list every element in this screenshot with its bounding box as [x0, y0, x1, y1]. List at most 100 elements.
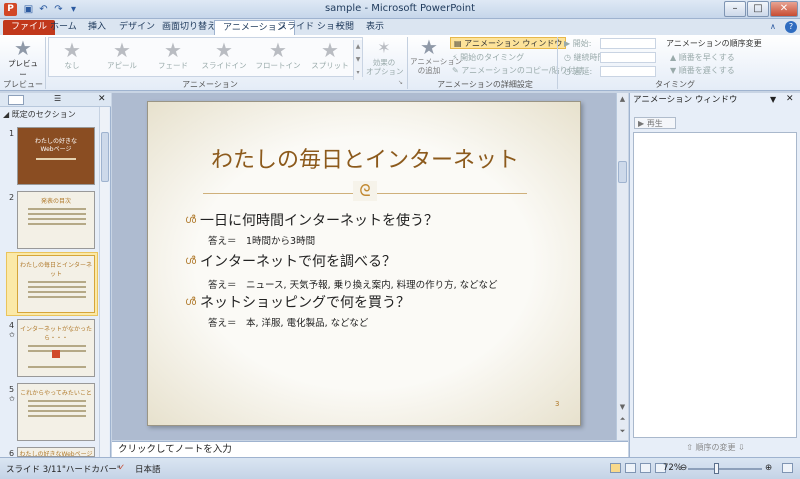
scroll-up-icon[interactable]: ▲: [618, 95, 627, 103]
help-icon[interactable]: ?: [785, 21, 797, 33]
customize-qat-icon[interactable]: ▾: [67, 3, 80, 16]
slide-thumbnail-6[interactable]: わたしの好きなWebページ: [17, 447, 95, 457]
play-button[interactable]: ▶ 再生: [634, 117, 676, 129]
effect-options-icon: ✶: [377, 38, 391, 57]
normal-view-icon[interactable]: [610, 463, 621, 473]
move-earlier-button[interactable]: ▲ 順番を早くする: [670, 52, 735, 63]
star-icon: ★: [63, 38, 81, 62]
spelling-icon[interactable]: ✓: [118, 463, 125, 473]
minimize-button[interactable]: –: [724, 1, 746, 17]
close-button[interactable]: ✕: [770, 1, 798, 17]
bullet-item[interactable]: ൾ インターネットで何を調べる？: [185, 251, 396, 271]
delay-input[interactable]: [600, 66, 656, 77]
previous-slide-icon[interactable]: ⏶: [618, 415, 627, 424]
advanced-group-label: アニメーションの詳細設定: [437, 80, 533, 89]
thumbnail-number: 2: [9, 193, 15, 202]
section-header[interactable]: ◢ 既定のセクション: [3, 109, 76, 120]
slide-sorter-icon[interactable]: [625, 463, 636, 473]
preview-button[interactable]: ★ プレビュー: [8, 38, 38, 80]
powerpoint-app-icon[interactable]: P: [4, 3, 17, 16]
move-earlier-label: 順番を早くする: [678, 53, 735, 62]
tab-view[interactable]: 表示: [358, 20, 392, 35]
slide-thumbnail-1[interactable]: わたしの好きな Webページ: [17, 127, 95, 185]
delay-text: 遅延:: [573, 67, 593, 76]
notes-pane[interactable]: クリックしてノートを入力: [112, 441, 628, 457]
reorder-down-icon[interactable]: ⇩: [738, 443, 745, 452]
minimize-ribbon-icon[interactable]: ∧: [770, 22, 776, 31]
animation-none[interactable]: ★ なし: [49, 40, 95, 76]
slides-panel-scrollbar[interactable]: [99, 107, 109, 457]
trigger-icon: ⚡: [452, 53, 458, 62]
bullet-text: ネットショッピングで何を買う？: [200, 295, 411, 311]
animation-float-in-label: フロートイン: [255, 61, 301, 70]
gallery-scroll[interactable]: ▲ ▼ ▾: [353, 40, 362, 80]
animation-none-label: なし: [64, 61, 80, 70]
thumbnail-line: [28, 415, 86, 417]
slide-title[interactable]: わたしの毎日とインターネット: [148, 142, 582, 174]
thumbnail-line: [36, 158, 76, 160]
thumbnail-line: [28, 208, 86, 210]
star-icon: ★: [269, 38, 287, 62]
reorder-up-icon[interactable]: ⇧: [686, 443, 693, 452]
pane-options-icon[interactable]: ▼: [770, 95, 776, 104]
zoom-slider[interactable]: [688, 468, 762, 470]
next-slide-icon[interactable]: ⏷: [618, 427, 627, 436]
thumbnail-line: [28, 366, 86, 368]
outline-tab-icon[interactable]: ☰: [54, 94, 61, 103]
bullet-item[interactable]: ൾ 一日に何時間インターネットを使う？: [185, 210, 438, 230]
animation-pane: アニメーション ウィンドウ ▼ ✕ ▶ 再生 ⇧ 順序の変更 ⇩: [629, 93, 800, 457]
scrollbar-thumb[interactable]: [618, 161, 627, 183]
slide-thumbnail-4[interactable]: インターネットがなかったら・・・: [17, 319, 95, 377]
tab-home[interactable]: ホーム: [42, 20, 85, 35]
ribbon-animations: ★ プレビュー プレビュー ★ なし ★ アピール ★ フェード ★ スライドイ…: [0, 35, 800, 91]
language-indicator[interactable]: 日本語: [135, 463, 161, 475]
bullet-icon: ൾ: [185, 295, 197, 308]
slide-thumbnail-2[interactable]: 発表の目次: [17, 191, 95, 249]
close-panel-icon[interactable]: ✕: [98, 94, 106, 104]
slide-thumbnail-3[interactable]: わたしの毎日とインターネット: [17, 255, 95, 313]
tab-insert[interactable]: 挿入: [80, 20, 114, 35]
reorder-label: 順序の変更: [695, 443, 736, 452]
undo-icon[interactable]: ↶: [37, 3, 50, 16]
start-select[interactable]: [600, 38, 656, 49]
duration-icon: ◷: [564, 53, 571, 62]
animation-float-in[interactable]: ★ フロートイン: [255, 40, 301, 76]
thumbnail-line: [28, 345, 86, 347]
slide-thumbnail-5[interactable]: これからやってみたいこと: [17, 383, 95, 441]
slide-canvas[interactable]: わたしの毎日とインターネット ᘓ ൾ 一日に何時間インターネットを使う？ 答え＝…: [147, 101, 581, 426]
effect-options-button[interactable]: ✶ 効果の オプション: [366, 38, 404, 76]
trigger-button[interactable]: ⚡ 開始のタイミング: [452, 52, 524, 63]
animation-pane-button[interactable]: ▤ アニメーション ウィンドウ: [450, 37, 567, 49]
animation-fly-in[interactable]: ★ スライドイン: [201, 40, 247, 76]
pane-close-icon[interactable]: ✕: [786, 94, 794, 104]
bullet-text: インターネットで何を調べる？: [200, 254, 397, 270]
animation-pane-icon: ▤: [454, 39, 462, 48]
zoom-slider-knob[interactable]: [714, 463, 719, 474]
zoom-out-icon[interactable]: ⊖: [680, 463, 687, 473]
scrollbar-thumb[interactable]: [101, 132, 109, 182]
save-icon[interactable]: ▣: [22, 3, 35, 16]
preview-star-icon: ★: [14, 36, 32, 60]
fit-to-window-icon[interactable]: [782, 463, 793, 473]
start-icon: ▶: [564, 39, 571, 48]
animation-appear[interactable]: ★ アピール: [99, 40, 145, 76]
animation-split[interactable]: ★ スプリット: [307, 40, 353, 76]
redo-icon[interactable]: ↷: [52, 3, 65, 16]
maximize-button[interactable]: □: [747, 1, 769, 17]
animation-fade[interactable]: ★ フェード: [150, 40, 196, 76]
down-arrow-icon: ▼: [670, 66, 677, 75]
animation-list[interactable]: [633, 132, 797, 438]
add-animation-button[interactable]: ★ アニメーション の追加: [410, 37, 462, 75]
scroll-down-icon[interactable]: ▼: [618, 403, 627, 411]
tab-review[interactable]: 校閲: [328, 20, 362, 35]
slide-vertical-scrollbar[interactable]: ▲ ▼ ⏶ ⏷: [616, 93, 628, 440]
dialog-launcher-icon[interactable]: ↘: [398, 79, 403, 86]
slides-tab-icon[interactable]: [8, 95, 24, 105]
window-title: sample - Microsoft PowerPoint: [324, 3, 476, 14]
reading-view-icon[interactable]: [640, 463, 651, 473]
bullet-item[interactable]: ൾ ネットショッピングで何を買う？: [185, 292, 410, 312]
move-later-button[interactable]: ▼ 順番を遅くする: [670, 65, 735, 76]
duration-input[interactable]: [600, 52, 656, 63]
zoom-in-icon[interactable]: ⊕: [765, 463, 772, 473]
thumbnail-line: [28, 296, 86, 298]
